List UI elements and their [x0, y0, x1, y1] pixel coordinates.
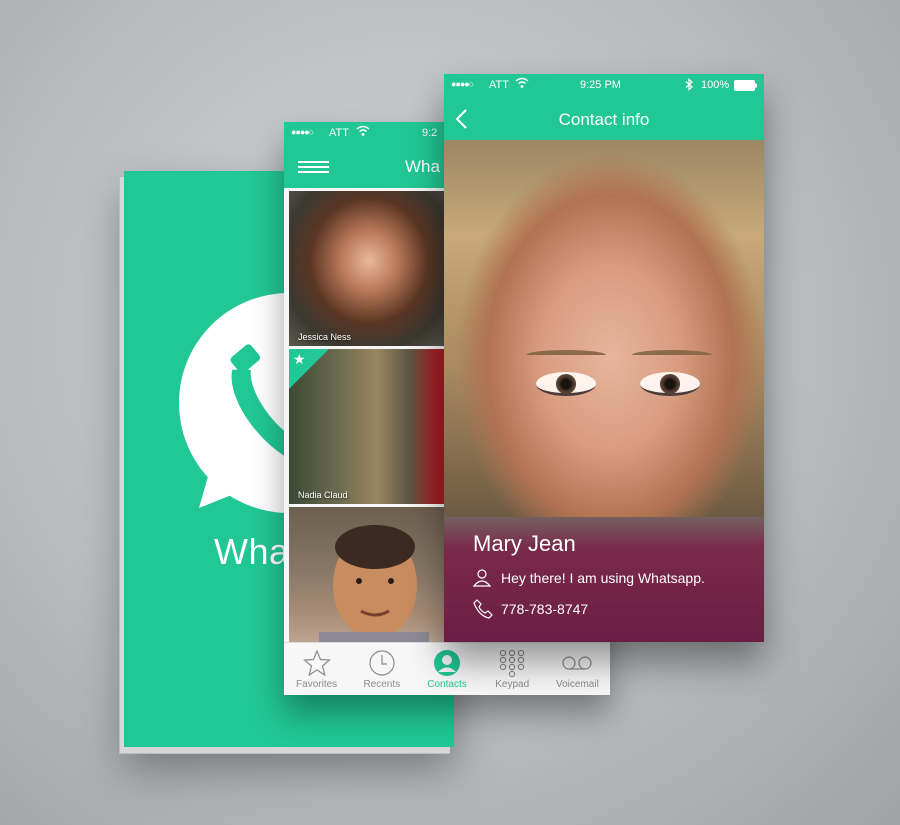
- signal-dots: ●●●●○: [451, 79, 474, 89]
- keypad-icon: [500, 649, 525, 677]
- status-time: 9:25 PM: [580, 79, 621, 91]
- person-status-icon: [473, 569, 492, 587]
- contact-photo: [444, 140, 764, 517]
- nav-title: Wha: [405, 157, 440, 176]
- star-icon: ★: [293, 351, 306, 367]
- contact-details-panel: Mary Jean Hey there! I am using Whatsapp…: [444, 517, 764, 642]
- signal-dots: ●●●●○: [291, 127, 314, 137]
- tab-recents[interactable]: Recents: [349, 643, 414, 695]
- tab-label: Contacts: [427, 679, 467, 690]
- phone-number: 778-783-8747: [501, 601, 589, 617]
- photo-detail: [536, 372, 596, 396]
- photo-detail: [632, 350, 712, 360]
- person-icon: [434, 650, 460, 676]
- tab-bar: Favorites Recents Contacts Keypad Voicem…: [284, 642, 610, 695]
- photo-detail: [526, 350, 606, 360]
- photo-detail: [640, 372, 700, 396]
- tab-favorites[interactable]: Favorites: [284, 643, 349, 695]
- star-icon: [302, 649, 331, 677]
- tab-label: Voicemail: [556, 679, 599, 690]
- contact-name: Nadia Claud: [298, 490, 348, 500]
- status-time: 9:2: [422, 127, 438, 139]
- battery-percent: 100%: [701, 79, 730, 91]
- bluetooth-icon: [685, 78, 693, 91]
- carrier-label: ATT: [329, 127, 349, 139]
- nav-title: Contact info: [558, 110, 650, 129]
- nav-bar: Contact info: [444, 96, 764, 140]
- tab-label: Keypad: [495, 679, 530, 690]
- tab-keypad[interactable]: Keypad: [480, 643, 545, 695]
- tab-label: Recents: [363, 679, 401, 690]
- wifi-icon: [356, 125, 370, 136]
- battery-icon: [734, 80, 757, 91]
- splash-brand-text: Wha: [214, 531, 290, 572]
- menu-icon[interactable]: [298, 161, 329, 175]
- phone-icon: [473, 599, 493, 619]
- clock-icon: [369, 650, 395, 676]
- wifi-icon: [515, 77, 529, 88]
- contact-name: Mary Jean: [473, 531, 576, 556]
- contact-tile[interactable]: ★ Nadia Claud: [289, 349, 449, 504]
- status-bar: ●●●●○ ATT 9:25 PM 100%: [444, 74, 764, 96]
- carrier-label: ATT: [489, 79, 509, 91]
- contact-info-screen: ●●●●○ ATT 9:25 PM 100% Contact info Mary…: [444, 74, 764, 642]
- voicemail-icon: [562, 656, 593, 670]
- contact-name: Jessica Ness: [298, 332, 352, 342]
- contact-tile[interactable]: Jessica Ness: [289, 191, 449, 346]
- tab-voicemail[interactable]: Voicemail: [545, 643, 610, 695]
- tab-contacts[interactable]: Contacts: [414, 643, 479, 695]
- contact-photo: [319, 525, 429, 662]
- status-message: Hey there! I am using Whatsapp.: [501, 570, 705, 586]
- tab-label: Favorites: [296, 679, 338, 690]
- contact-tile[interactable]: [289, 507, 449, 662]
